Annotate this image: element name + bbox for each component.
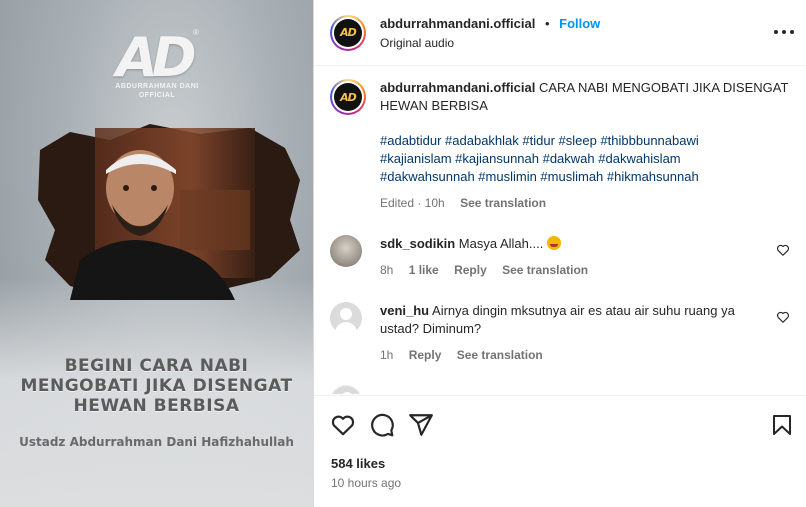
comment-text: Airnya dingin mksutnya air es atau air s… [380,303,735,336]
heart-icon[interactable] [330,412,356,438]
post-header: AD abdurrahmandani.official • Follow Ori… [314,0,806,66]
comment-likes[interactable]: 1 like [409,263,439,277]
commenter-avatar[interactable] [330,235,362,267]
caption-meta: Edited · 10h See translation [380,194,790,212]
comment-text: Masya Allah.... [458,236,544,251]
post-timestamp[interactable]: 10 hours ago [331,476,401,490]
see-translation-link[interactable]: See translation [460,196,546,210]
post-caption: AD abdurrahmandani.official CARA NABI ME… [330,79,790,212]
speaker-photo [38,124,300,300]
brand-logo: AD [116,26,197,89]
comment-time: 1h [380,348,394,362]
bookmark-icon[interactable] [770,412,794,438]
post-media[interactable]: AD ® ABDURRAHMAN DANI OFFICIAL BEGINI CA… [0,0,313,507]
caption-avatar[interactable]: AD [330,79,366,115]
caption-username[interactable]: abdurrahmandani.official [380,80,535,95]
avatar-logo: AD [334,83,362,111]
audio-label[interactable]: Original audio [380,36,600,50]
reply-button[interactable]: Reply [454,263,487,277]
post-panel: AD abdurrahmandani.official • Follow Ori… [313,0,806,507]
hashtags-line[interactable]: #adabtidur #adabakhlak #tidur #sleep #th… [380,132,790,150]
edited-time: Edited · 10h [380,196,445,210]
commenter-avatar[interactable] [330,302,362,334]
caption-hashtags[interactable]: #adabtidur #adabakhlak #tidur #sleep #th… [380,132,790,186]
comment-item: veni_hu Airnya dingin mksutnya air es at… [330,302,790,364]
commenter-username[interactable]: sdk_sodikin [380,236,455,251]
like-comment-heart-icon[interactable] [776,310,790,324]
more-options-icon[interactable] [774,22,794,42]
registered-mark: ® [193,28,199,37]
starstruck-emoji-icon [546,236,561,250]
video-headline: BEGINI CARA NABI MENGOBATI JIKA DISENGAT… [20,356,293,416]
brand-logo-subtitle: ABDURRAHMAN DANI OFFICIAL [115,83,199,99]
speaker-name: Ustadz Abdurrahman Dani Hafizhahullah [19,435,294,449]
like-comment-heart-icon[interactable] [776,243,790,257]
avatar-logo: AD [334,18,362,47]
comment-meta: 8h 1 like Reply See translation [380,261,760,279]
comment-time: 8h [380,263,394,277]
commenter-avatar[interactable] [330,385,362,394]
share-icon[interactable] [408,412,434,438]
instagram-post-view: AD ® ABDURRAHMAN DANI OFFICIAL BEGINI CA… [0,0,806,507]
hashtags-line[interactable]: #dakwahsunnah #muslimin #muslimah #hikma… [380,168,790,186]
separator-dot: • [544,15,550,31]
comment-item: sdk_sodikin Masya Allah.... 8h 1 like Re… [330,235,790,279]
post-actions: 584 likes 10 hours ago [314,395,806,507]
comment-item-partial [330,385,790,394]
see-translation-link[interactable]: See translation [457,348,543,362]
comments-list[interactable]: AD abdurrahmandani.official CARA NABI ME… [314,67,806,394]
reply-button[interactable]: Reply [409,348,442,362]
author-username[interactable]: abdurrahmandani.official [380,16,535,31]
comment-meta: 1h Reply See translation [380,346,760,364]
hashtags-line[interactable]: #kajianislam #kajiansunnah #dakwah #dakw… [380,150,790,168]
author-avatar[interactable]: AD [330,14,366,51]
follow-button[interactable]: Follow [559,16,600,31]
likes-count[interactable]: 584 likes [331,456,385,471]
see-translation-link[interactable]: See translation [502,263,588,277]
commenter-username[interactable]: veni_hu [380,303,429,318]
comment-icon[interactable] [369,412,395,438]
